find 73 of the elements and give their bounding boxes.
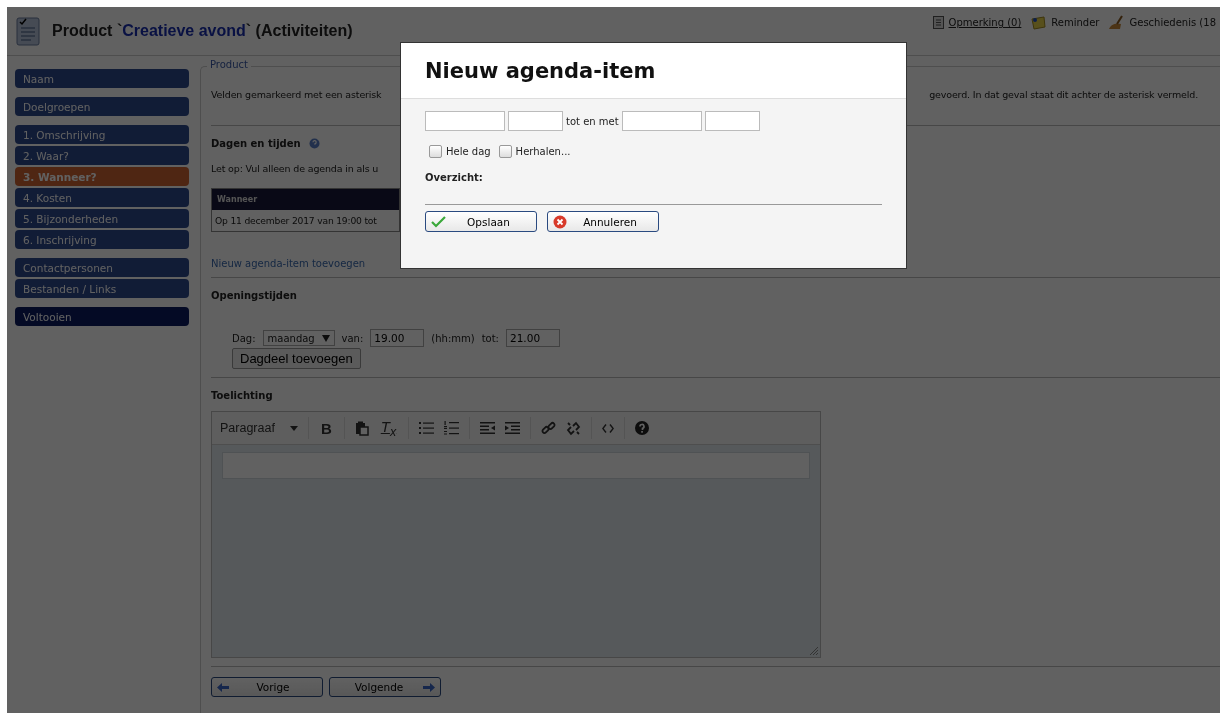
history-link[interactable]: Geschiedenis (18 — [1129, 17, 1216, 28]
field-label: van: — [341, 332, 364, 344]
left-arrow-icon — [217, 682, 229, 692]
sidebar-item[interactable]: Contactpersonen — [15, 258, 189, 277]
right-arrow-icon — [423, 682, 435, 692]
date-input[interactable] — [425, 111, 505, 131]
caret-icon — [289, 425, 298, 431]
next-button[interactable]: Volgende — [329, 677, 441, 697]
summary-label: Overzicht: — [425, 172, 484, 183]
numbered-list-icon[interactable] — [444, 421, 460, 435]
sidebar-item[interactable]: Voltooien — [15, 307, 189, 326]
table-cell: Op 11 december 2017 van 19:00 tot — [211, 210, 400, 232]
document-icon — [16, 16, 40, 46]
note-pin-icon[interactable] — [1030, 15, 1047, 30]
bullet-list-icon[interactable] — [419, 422, 435, 434]
clear-format-button[interactable]: T$_{x}$ — [378, 417, 399, 439]
notice-text: Let op: Vul alleen de agenda in als u — [211, 163, 380, 174]
intro-text: Velden gemarkeerd met een asterisk — [211, 89, 382, 100]
sidebar-item[interactable]: Doelgroepen — [15, 97, 189, 116]
help-icon[interactable] — [308, 138, 320, 149]
sidebar-item[interactable]: 4. Kosten — [15, 188, 189, 207]
help-icon[interactable] — [635, 421, 650, 435]
sidebar-item[interactable]: 5. Bijzonderheden — [15, 209, 189, 228]
time-input[interactable] — [508, 111, 563, 131]
checkbox[interactable] — [498, 145, 512, 158]
checkbox-label: Hele dag — [446, 146, 491, 157]
range-label: tot en met — [566, 115, 619, 127]
unlink-icon[interactable] — [566, 420, 582, 436]
section-heading: Openingstijden — [211, 290, 298, 301]
date-input[interactable] — [621, 111, 702, 131]
add-item-link[interactable]: Nieuw agenda-item toevoegen — [211, 258, 366, 269]
time-input[interactable]: 19.00 — [370, 329, 425, 347]
fieldset-legend: Product — [207, 59, 251, 70]
day-select[interactable]: maandag — [262, 330, 335, 346]
checkmark-icon — [431, 215, 446, 228]
sidebar-item[interactable]: 6. Inschrijving — [15, 230, 189, 249]
section-heading: Toelichting — [211, 390, 274, 401]
outdent-icon[interactable] — [480, 422, 496, 434]
bold-button[interactable]: B — [318, 419, 334, 437]
intro-text: gevoerd. In dat geval staat dit achter de asterisk vermeld. — [929, 89, 1198, 100]
clipboard-icon[interactable] — [354, 420, 369, 436]
column-header: Wanneer — [211, 188, 400, 210]
indent-icon[interactable] — [505, 422, 521, 434]
format-dropdown[interactable]: Paragraaf — [220, 421, 298, 435]
time-input[interactable]: 21.00 — [506, 329, 560, 347]
text-editor[interactable]: Paragraaf B T$_{x}$ — [211, 411, 821, 658]
reminder-link[interactable]: Reminder — [1051, 17, 1100, 28]
page-title: Product `Creatieve avond` (Activiteiten) — [52, 22, 353, 40]
sidebar-item[interactable]: 3. Wanneer? — [15, 167, 189, 186]
add-daypart-button[interactable]: Dagdeel toevoegen — [232, 348, 361, 369]
checkbox-label: Herhalen... — [515, 146, 571, 157]
sidebar-item[interactable]: Bestanden / Links — [15, 279, 189, 298]
section-heading: Dagen en tijden — [211, 138, 301, 149]
checkbox[interactable] — [429, 145, 442, 158]
link-icon[interactable] — [541, 420, 557, 436]
remark-link[interactable]: Opmerking (0) — [948, 17, 1022, 28]
caret-icon — [321, 334, 330, 342]
time-input[interactable] — [704, 111, 760, 131]
field-label: Dag: — [232, 332, 256, 344]
field-label: tot: — [481, 332, 499, 344]
previous-button[interactable]: Vorige — [211, 677, 323, 697]
sidebar-item[interactable]: 1. Omschrijving — [15, 125, 189, 144]
dialog-title: Nieuw agenda-item — [425, 58, 656, 83]
cancel-icon — [553, 214, 567, 229]
save-button[interactable]: Opslaan — [425, 211, 537, 232]
brush-icon[interactable] — [1108, 15, 1125, 30]
code-icon[interactable] — [602, 423, 615, 433]
note-icon[interactable] — [932, 16, 944, 29]
format-hint: (hh:mm) — [431, 332, 475, 344]
sidebar-item[interactable]: Naam — [15, 69, 189, 88]
sidebar-item[interactable]: 2. Waar? — [15, 146, 189, 165]
resize-grip-icon[interactable] — [810, 647, 818, 655]
cancel-button[interactable]: Annuleren — [547, 211, 659, 232]
